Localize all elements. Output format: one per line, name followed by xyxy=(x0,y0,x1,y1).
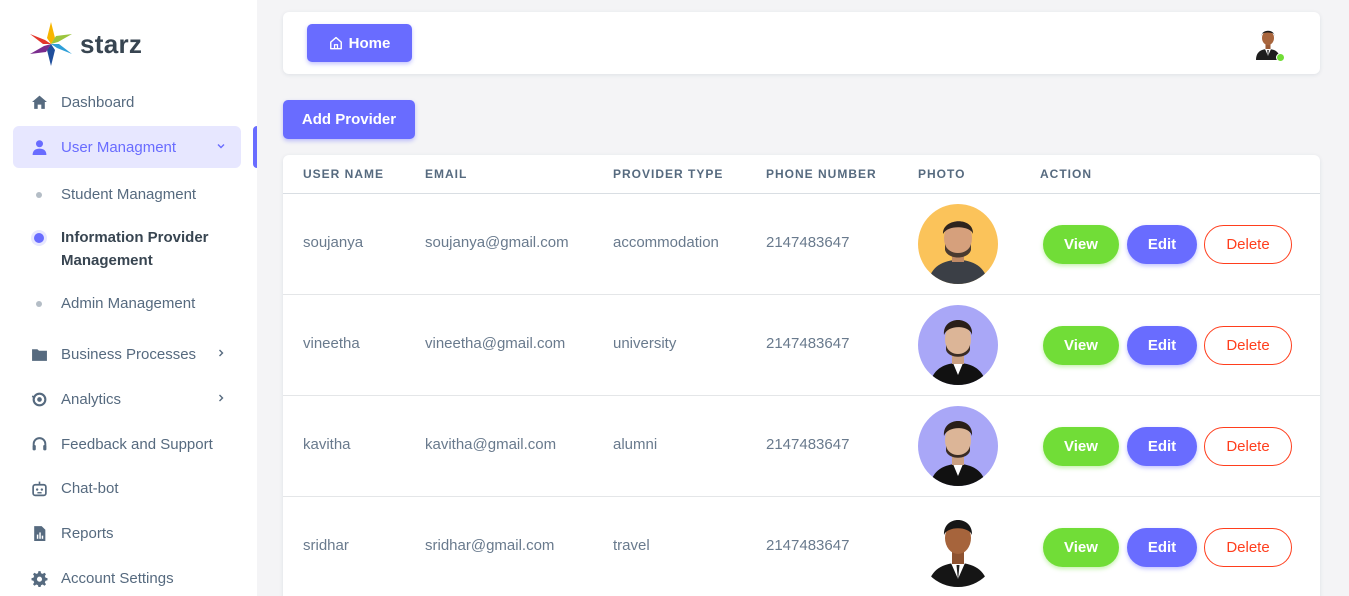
table-row: soujanya soujanya@gmail.com accommodatio… xyxy=(283,194,1320,295)
edit-button[interactable]: Edit xyxy=(1127,225,1197,264)
headset-icon xyxy=(30,435,48,453)
edit-button[interactable]: Edit xyxy=(1127,326,1197,365)
sidebar-item-label: Analytics xyxy=(61,390,122,408)
chevron-right-icon xyxy=(219,349,224,357)
report-icon xyxy=(30,524,48,542)
sidebar-item-label: Dashboard xyxy=(61,93,135,111)
sidebar-item-business-processes[interactable]: Business Processes xyxy=(13,333,241,375)
providers-table: USER NAME EMAIL PROVIDER TYPE PHONE NUMB… xyxy=(283,155,1320,596)
sidebar-subitem-information-provider-management[interactable]: Information Provider Management xyxy=(13,226,213,272)
brand[interactable]: starz xyxy=(28,20,142,68)
chevron-right-icon xyxy=(219,394,224,402)
analytics-icon xyxy=(30,390,48,408)
sidebar: starz Dashboard User Managment Student M… xyxy=(0,0,257,596)
bullet-icon xyxy=(36,301,42,307)
cell-provider-type: travel xyxy=(613,537,650,554)
column-header-action: ACTION xyxy=(1040,167,1092,181)
brand-name: starz xyxy=(80,28,143,59)
home-icon xyxy=(30,93,48,111)
sidebar-item-feedback-and-support[interactable]: Feedback and Support xyxy=(13,423,241,465)
top-navbar: Home xyxy=(283,12,1320,74)
sidebar-item-dashboard[interactable]: Dashboard xyxy=(13,81,241,123)
home-outline-icon xyxy=(329,36,342,50)
sidebar-subitem-student-managment[interactable]: Student Managment xyxy=(13,183,241,206)
cell-provider-type: university xyxy=(613,335,677,352)
edit-button[interactable]: Edit xyxy=(1127,427,1197,466)
provider-photo xyxy=(918,204,998,284)
active-indicator xyxy=(253,126,257,168)
delete-button[interactable]: Delete xyxy=(1204,326,1292,365)
cell-email: soujanya@gmail.com xyxy=(425,234,569,251)
sidebar-item-label: Feedback and Support xyxy=(61,435,213,453)
home-button-label: Home xyxy=(348,34,391,52)
delete-button[interactable]: Delete xyxy=(1204,225,1292,264)
starz-logo-icon xyxy=(30,22,72,66)
table-row: kavitha kavitha@gmail.com alumni 2147483… xyxy=(283,396,1320,497)
cell-phone-number: 2147483647 xyxy=(766,335,850,352)
sidebar-item-label: Business Processes xyxy=(61,345,197,363)
sidebar-item-account-settings[interactable]: Account Settings xyxy=(13,557,241,596)
cell-phone-number: 2147483647 xyxy=(766,234,850,251)
chevron-down-icon xyxy=(217,144,225,149)
cell-email: vineetha@gmail.com xyxy=(425,335,566,352)
sidebar-subitem-label: Admin Management xyxy=(61,295,196,312)
gear-icon xyxy=(30,569,48,587)
sidebar-item-label: Account Settings xyxy=(61,569,174,587)
view-button[interactable]: View xyxy=(1043,427,1119,466)
cell-provider-type: alumni xyxy=(613,436,658,453)
column-header-phone-number: PHONE NUMBER xyxy=(766,167,877,181)
folder-icon xyxy=(30,345,48,363)
cell-user-name: soujanya xyxy=(303,234,364,251)
cell-user-name: kavitha xyxy=(303,436,351,453)
sidebar-item-label: User Managment xyxy=(61,138,177,156)
sidebar-item-label: Chat-bot xyxy=(61,479,119,497)
table-header: USER NAME EMAIL PROVIDER TYPE PHONE NUMB… xyxy=(283,155,1320,194)
provider-photo xyxy=(918,406,998,486)
edit-button[interactable]: Edit xyxy=(1127,528,1197,567)
sidebar-item-user-managment[interactable]: User Managment xyxy=(13,126,241,168)
sidebar-subitem-label: Information Provider Management xyxy=(61,229,209,269)
column-header-user-name: USER NAME xyxy=(303,167,385,181)
column-header-photo: PHOTO xyxy=(918,167,966,181)
provider-photo xyxy=(918,507,998,587)
bullet-icon xyxy=(34,233,44,243)
sidebar-item-label: Reports xyxy=(61,524,114,542)
user-icon xyxy=(30,138,48,156)
sidebar-item-analytics[interactable]: Analytics xyxy=(13,378,241,420)
sidebar-subitem-label: Student Managment xyxy=(61,186,197,203)
table-row: vineetha vineetha@gmail.com university 2… xyxy=(283,295,1320,396)
sidebar-subitem-admin-management[interactable]: Admin Management xyxy=(13,292,241,315)
view-button[interactable]: View xyxy=(1043,528,1119,567)
provider-photo xyxy=(918,305,998,385)
bot-icon xyxy=(30,479,48,497)
cell-provider-type: accommodation xyxy=(613,234,719,251)
online-status-badge xyxy=(1276,53,1285,62)
sidebar-item-reports[interactable]: Reports xyxy=(13,512,241,554)
cell-phone-number: 2147483647 xyxy=(766,537,850,554)
sidebar-item-chat-bot[interactable]: Chat-bot xyxy=(13,467,241,509)
cell-email: kavitha@gmail.com xyxy=(425,436,557,453)
home-button[interactable]: Home xyxy=(307,24,412,62)
cell-user-name: sridhar xyxy=(303,537,349,554)
column-header-provider-type: PROVIDER TYPE xyxy=(613,167,724,181)
delete-button[interactable]: Delete xyxy=(1204,427,1292,466)
column-header-email: EMAIL xyxy=(425,167,468,181)
cell-user-name: vineetha xyxy=(303,335,360,352)
delete-button[interactable]: Delete xyxy=(1204,528,1292,567)
add-provider-button[interactable]: Add Provider xyxy=(283,100,415,139)
bullet-icon xyxy=(36,192,42,198)
view-button[interactable]: View xyxy=(1043,326,1119,365)
view-button[interactable]: View xyxy=(1043,225,1119,264)
cell-email: sridhar@gmail.com xyxy=(425,537,555,554)
cell-phone-number: 2147483647 xyxy=(766,436,850,453)
table-row: sridhar sridhar@gmail.com travel 2147483… xyxy=(283,497,1320,596)
